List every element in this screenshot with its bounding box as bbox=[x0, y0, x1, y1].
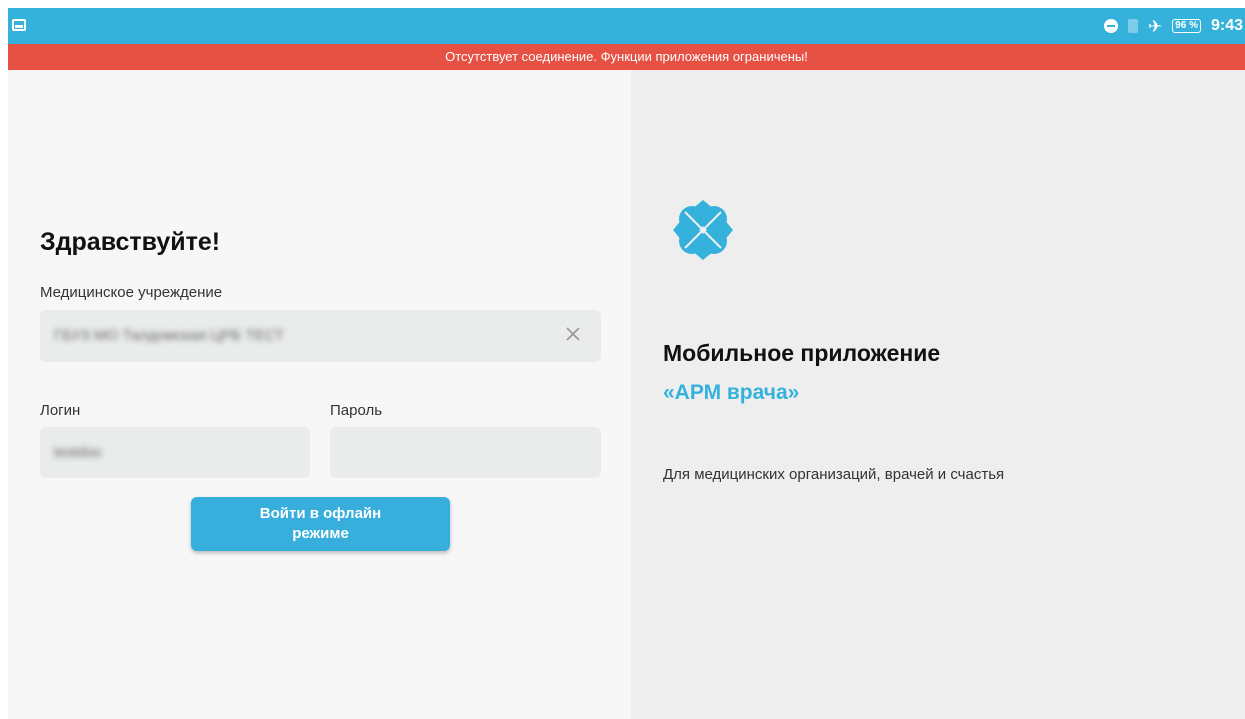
offline-banner: Отсутствует соединение. Функции приложен… bbox=[8, 44, 1245, 70]
offline-login-button[interactable]: Войти в офлайн режиме bbox=[191, 497, 450, 551]
app-name: «АРМ врача» bbox=[663, 381, 800, 404]
institution-field[interactable]: ГБУЗ МО Талдомская ЦРБ ТЕСТ bbox=[40, 310, 601, 362]
app-screen: ✈ 96 % 9:43 Отсутствует соединение. Функ… bbox=[8, 8, 1245, 719]
institution-value: ГБУЗ МО Талдомская ЦРБ ТЕСТ bbox=[54, 327, 285, 344]
login-label: Логин bbox=[40, 402, 81, 419]
login-panel: Здравствуйте! Медицинское учреждение ГБУ… bbox=[8, 70, 631, 719]
status-bar: ✈ 96 % 9:43 bbox=[8, 8, 1245, 44]
battery-icon: 96 % bbox=[1172, 19, 1201, 33]
password-field[interactable] bbox=[330, 427, 601, 478]
sim-icon bbox=[1127, 19, 1138, 33]
login-field[interactable]: testdoc bbox=[40, 427, 310, 478]
info-panel: Мобильное приложение «АРМ врача» Для мед… bbox=[631, 70, 1245, 719]
password-label: Пароль bbox=[330, 402, 383, 419]
greeting-title: Здравствуйте! bbox=[40, 228, 221, 256]
clock: 9:43 bbox=[1210, 17, 1243, 34]
app-tagline: Для медицинских организаций, врачей и сч… bbox=[663, 466, 1005, 483]
airplane-icon: ✈ bbox=[1147, 16, 1163, 36]
do-not-disturb-icon bbox=[1103, 19, 1118, 33]
institution-label: Медицинское учреждение bbox=[40, 284, 223, 301]
image-icon bbox=[12, 19, 26, 31]
clover-logo-icon bbox=[673, 200, 733, 260]
status-icons: ✈ 96 % 9:43 bbox=[1103, 8, 1243, 44]
clear-icon[interactable] bbox=[563, 324, 583, 344]
login-value: testdoc bbox=[54, 444, 103, 461]
app-title: Мобильное приложение bbox=[663, 340, 941, 366]
